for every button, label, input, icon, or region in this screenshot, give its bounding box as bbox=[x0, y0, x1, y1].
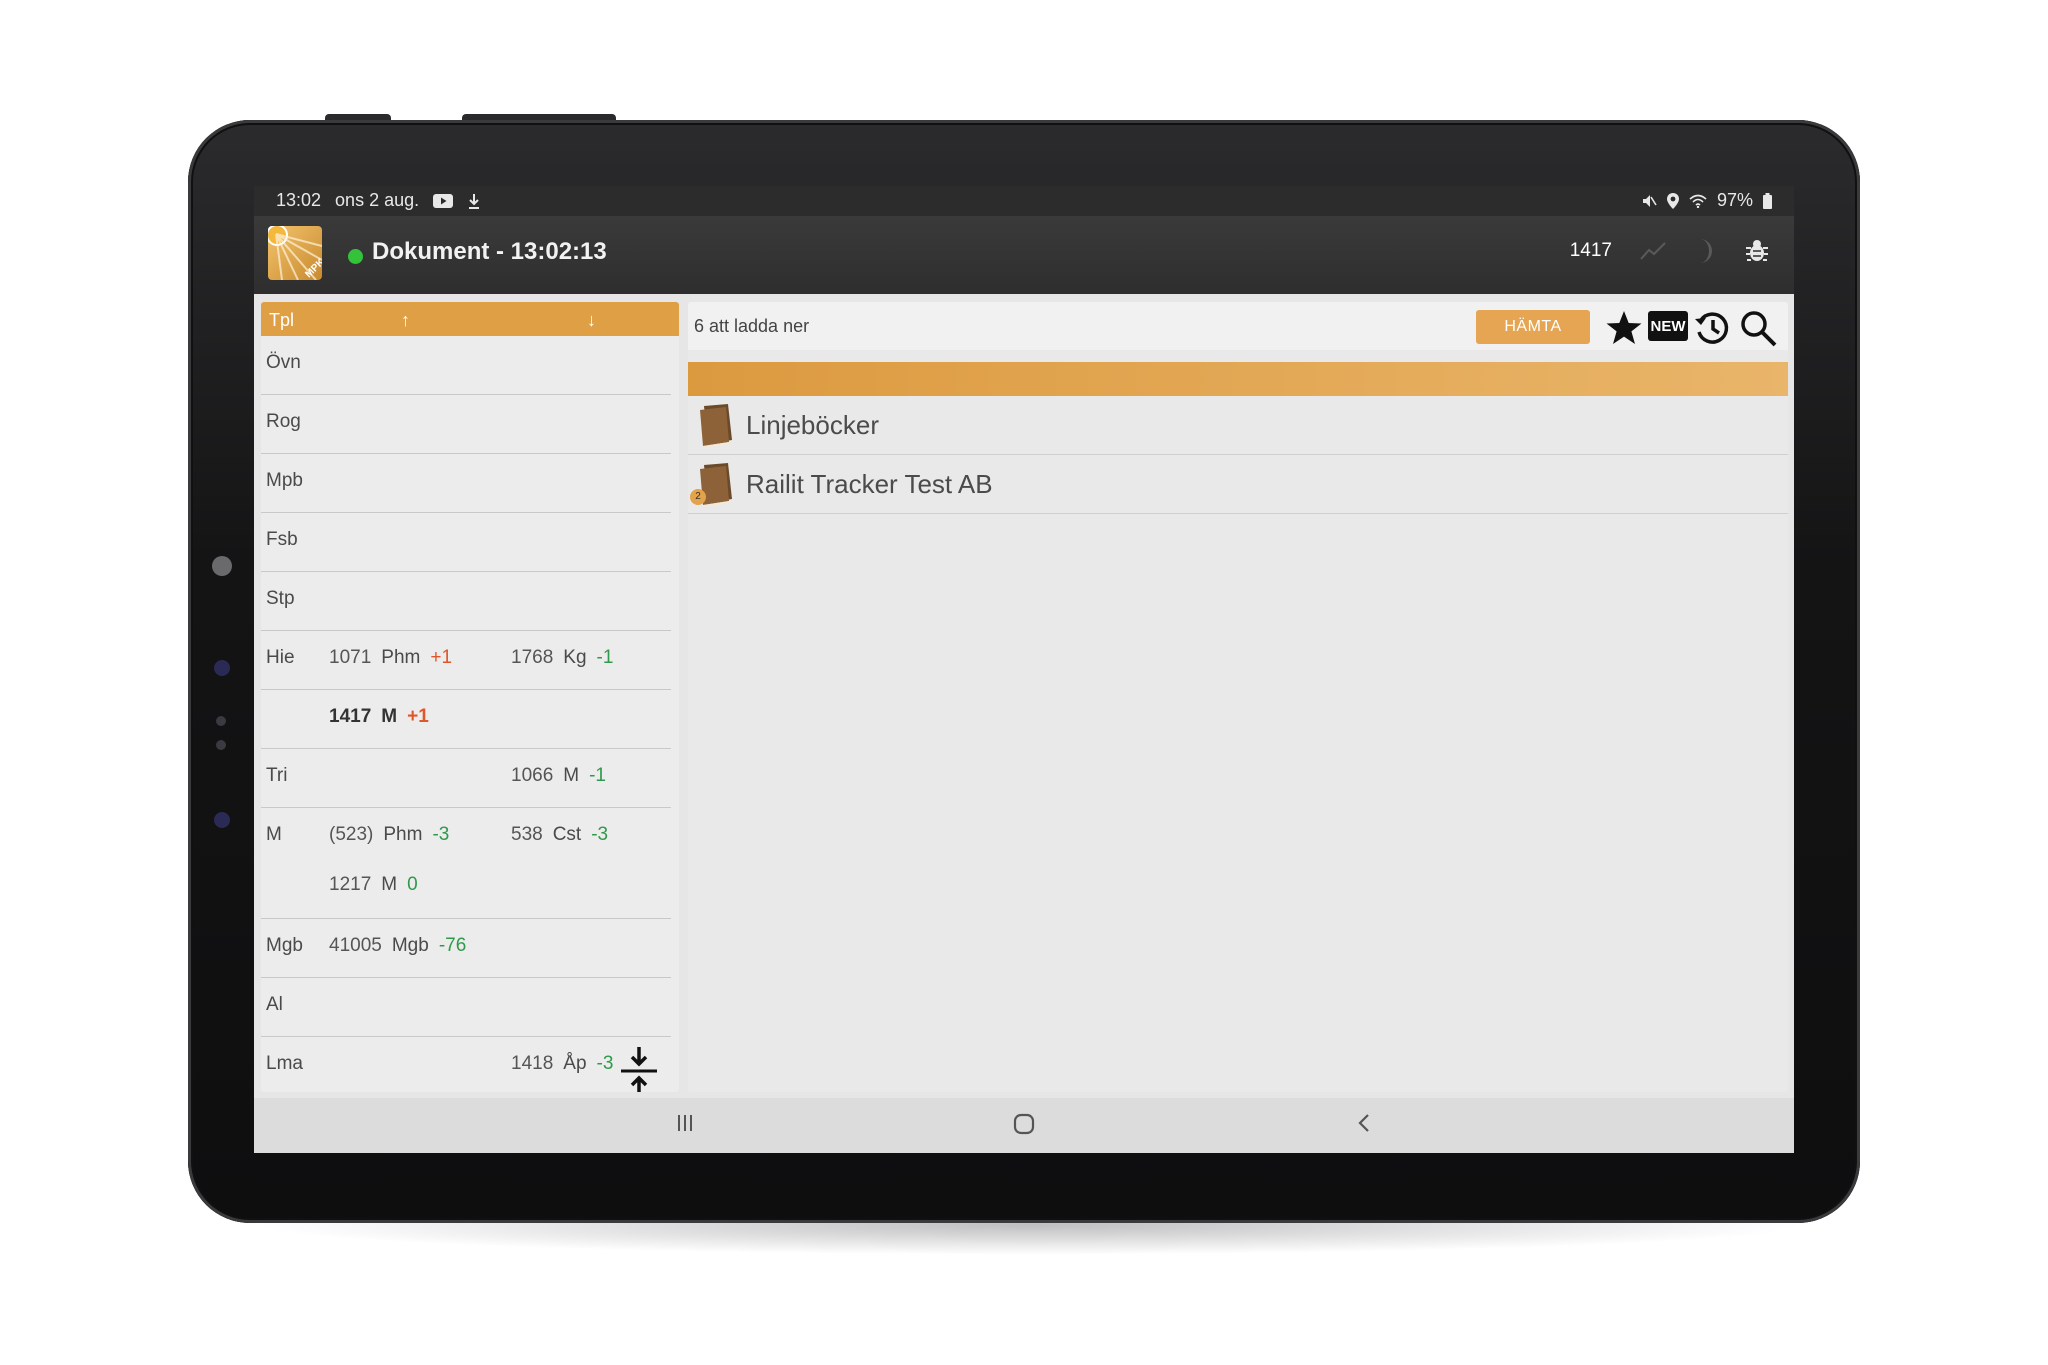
history-icon[interactable] bbox=[1692, 308, 1732, 348]
star-icon[interactable] bbox=[1604, 308, 1644, 348]
station-code: Rog bbox=[266, 411, 301, 432]
table-row[interactable]: Rog bbox=[261, 395, 671, 454]
recents-icon[interactable] bbox=[674, 1112, 696, 1134]
station-code: Mgb bbox=[266, 935, 303, 956]
document-item[interactable]: 2 Railit Tracker Test AB bbox=[688, 455, 1788, 514]
station-code: Övn bbox=[266, 352, 301, 373]
app-bar: MPK Dokument - 13:02:13 1417 bbox=[254, 216, 1794, 294]
sensor bbox=[214, 660, 230, 676]
table-row[interactable]: Mpb bbox=[261, 454, 671, 513]
table-row[interactable]: M (523) Phm -3 538 Cst -3 1217 M 0 bbox=[261, 808, 671, 919]
document-label: Railit Tracker Test AB bbox=[746, 469, 993, 499]
table-row[interactable]: Hie 1071 Phm +1 1768 Kg -1 bbox=[261, 631, 671, 690]
meeting-train: 1768 Kg -1 bbox=[511, 647, 614, 668]
date: ons 2 aug. bbox=[335, 190, 420, 210]
meeting-train: 1217 M 0 bbox=[329, 874, 418, 895]
youtube-icon bbox=[433, 193, 454, 208]
table-row[interactable]: Mgb 41005 Mgb -76 bbox=[261, 919, 671, 978]
search-icon[interactable] bbox=[1738, 308, 1778, 348]
sensor bbox=[216, 740, 226, 750]
download-icon bbox=[469, 193, 480, 209]
front-camera bbox=[212, 556, 232, 576]
timetable-header: Tpl ↑ ↓ bbox=[261, 302, 679, 336]
meeting-train: 41005 Mgb -76 bbox=[329, 935, 467, 956]
status-bar: 13:02 ons 2 aug. 97% bbox=[254, 186, 1794, 216]
bug-icon[interactable] bbox=[1744, 238, 1770, 264]
train-number[interactable]: 1417 bbox=[1570, 240, 1612, 262]
station-code: Mpb bbox=[266, 470, 303, 491]
documents-panel: 6 att ladda ner HÄMTA NEW Linjeböcker 2 … bbox=[688, 302, 1788, 1092]
app-logo[interactable]: MPK bbox=[268, 226, 322, 280]
station-code: Lma bbox=[266, 1053, 303, 1074]
documents-header-bar bbox=[688, 362, 1788, 396]
status-dot bbox=[348, 249, 363, 264]
meeting-train: 538 Cst -3 bbox=[511, 824, 609, 845]
clock: 13:02 bbox=[276, 190, 322, 210]
new-icon[interactable]: NEW bbox=[1648, 311, 1688, 341]
battery-icon bbox=[1763, 192, 1772, 209]
book-icon bbox=[700, 404, 732, 448]
moon-icon[interactable] bbox=[1694, 238, 1716, 264]
page-title: Dokument - 13:02:13 bbox=[372, 238, 607, 265]
table-row[interactable]: Al bbox=[261, 978, 671, 1037]
sort-up-arrow[interactable]: ↑ bbox=[401, 310, 410, 331]
sensor bbox=[214, 812, 230, 828]
location-icon bbox=[1666, 192, 1679, 209]
sensor bbox=[216, 716, 226, 726]
table-row[interactable]: Stp bbox=[261, 572, 671, 631]
station-code: M bbox=[266, 824, 282, 845]
collapse-rows-icon[interactable] bbox=[619, 1045, 659, 1092]
document-item[interactable]: Linjeböcker bbox=[688, 396, 1788, 455]
meeting-train: 1071 Phm +1 bbox=[329, 647, 453, 668]
battery-level: 97% bbox=[1716, 190, 1753, 210]
back-icon[interactable] bbox=[1354, 1112, 1376, 1134]
home-icon[interactable] bbox=[1012, 1112, 1036, 1136]
table-row[interactable]: Fsb bbox=[261, 513, 671, 572]
station-code: Hie bbox=[266, 647, 295, 668]
navigation-bar bbox=[254, 1098, 1794, 1153]
mute-icon bbox=[1642, 194, 1657, 207]
table-row[interactable]: 1417 M +1 bbox=[261, 690, 671, 749]
meeting-train: 1066 M -1 bbox=[511, 765, 607, 786]
count-badge: 2 bbox=[690, 489, 706, 505]
document-label: Linjeböcker bbox=[746, 410, 879, 440]
wifi-icon bbox=[1689, 194, 1707, 208]
header-tpl: Tpl bbox=[269, 310, 295, 330]
timetable-panel: Tpl ↑ ↓ Övn Rog Mpb Fsb Stp Hie 1071 Phm +… bbox=[261, 302, 679, 1092]
table-row[interactable]: Lma 1418 Åp -3 bbox=[261, 1037, 671, 1092]
station-code: Stp bbox=[266, 588, 295, 609]
chart-icon[interactable] bbox=[1640, 241, 1666, 261]
sort-down-arrow[interactable]: ↓ bbox=[587, 310, 596, 331]
meeting-train: 1418 Åp -3 bbox=[511, 1053, 614, 1074]
download-status: 6 att ladda ner bbox=[694, 316, 810, 336]
own-train: 1417 M +1 bbox=[329, 706, 429, 727]
meeting-train: (523) Phm -3 bbox=[329, 824, 450, 845]
table-row[interactable]: Övn bbox=[261, 336, 671, 395]
documents-toolbar: 6 att ladda ner HÄMTA NEW bbox=[688, 302, 1788, 350]
fetch-button[interactable]: HÄMTA bbox=[1476, 310, 1590, 344]
table-row[interactable]: Tri 1066 M -1 bbox=[261, 749, 671, 808]
screen: 13:02 ons 2 aug. 97% MPK Dokument - 13:0… bbox=[254, 186, 1794, 1153]
station-code: Tri bbox=[266, 765, 288, 786]
station-code: Al bbox=[266, 994, 283, 1015]
station-code: Fsb bbox=[266, 529, 298, 550]
